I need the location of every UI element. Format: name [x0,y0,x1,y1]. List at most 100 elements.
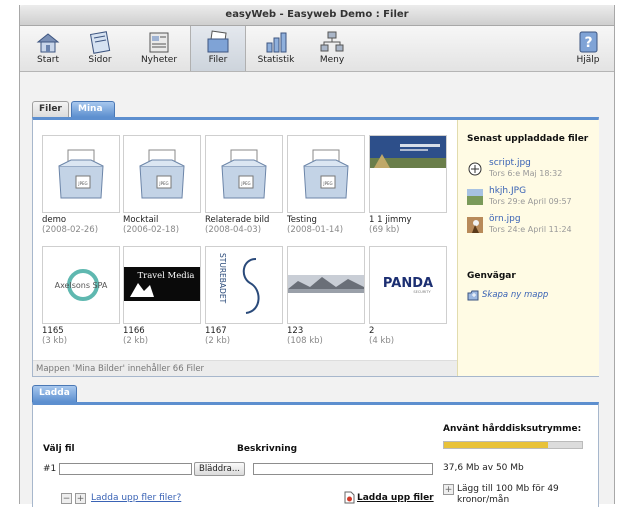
disk-usage-heading: Använt hårddisksutrymme: [443,424,582,434]
menu-icon [320,31,344,52]
add-storage-text: Lägg till 100 Mb för 49 kronor/mån [457,484,559,505]
item-name: Mocktail [123,215,159,225]
script-thumbnail-icon [468,162,482,176]
image-thumbnail[interactable] [287,246,365,324]
toolbar-label: Statistik [257,55,295,65]
item-name: demo [42,215,67,225]
shortcuts-heading: Genvägar [467,271,516,281]
item-name: 1166 [123,326,145,336]
recent-file-name[interactable]: örn.jpg [489,214,521,224]
item-meta: (3 kb) [42,336,68,346]
recent-file-name[interactable]: script.jpg [489,158,531,168]
photo-thumbnail-icon [467,189,483,205]
toolbar-pages-button[interactable]: Sidor [80,26,120,71]
images-panel: JPEG demo (2008-02-26) JPEG Mocktail (20… [32,117,599,377]
row-number: #1 [43,464,57,474]
svg-text:STUREBADET: STUREBADET [218,253,227,304]
disk-usage-bar [443,441,583,449]
toolbar-label: Nyheter [140,55,178,65]
item-meta: (69 kb) [369,225,400,235]
landscape-image [288,275,364,293]
grid-item[interactable]: 123 (108 kb) [287,246,365,346]
grid-item[interactable]: JPEG Testing (2008-01-14) [287,135,365,235]
item-name: 1165 [42,326,64,336]
grid-item[interactable]: 1 1 jimmy (69 kb) [369,135,447,235]
remove-row-button[interactable]: − [61,493,72,504]
folder-thumbnail[interactable]: JPEG [287,135,365,213]
svg-text:Axelsons SPA: Axelsons SPA [55,281,108,290]
item-meta: (2008-02-26) [42,225,99,235]
tab-my-images[interactable]: Mina Bilder [71,101,116,129]
browse-button[interactable]: Bläddra... [194,462,245,476]
more-files-link[interactable]: Ladda upp fler filer? [91,493,181,503]
pages-icon [89,31,111,54]
create-folder-label[interactable]: Skapa ny mapp [482,290,548,300]
description-input[interactable] [253,463,433,475]
item-name: 1167 [205,326,227,336]
svg-text:JPEG: JPEG [158,181,168,186]
svg-text:PANDA: PANDA [383,276,433,291]
item-meta: (108 kb) [287,336,323,346]
main-toolbar: Start Sidor Nyheter Filer Statistik Meny… [20,26,614,72]
choose-file-label: Välj fil [43,444,75,454]
grid-item[interactable]: JPEG Relaterade bild (2008-04-03) [205,135,283,235]
image-thumbnail[interactable]: Axelsons SPA [42,246,120,324]
tab-files[interactable]: Filer [32,101,69,117]
toolbar-label: Meny [319,55,345,65]
image-thumbnail[interactable]: STUREBADET [205,246,283,324]
toolbar-menu-button[interactable]: Meny [312,26,352,71]
toolbar-files-button[interactable]: Filer [190,26,246,71]
toolbar-label: Start [37,55,59,65]
folder-thumbnail[interactable]: JPEG [205,135,283,213]
item-meta: (4 kb) [369,336,395,346]
folder-thumbnail[interactable]: JPEG [42,135,120,213]
toolbar-help-button[interactable]: ? Hjälp [568,26,608,71]
add-row-button[interactable]: + [75,493,86,504]
folder-icon: JPEG [303,149,349,199]
news-icon [149,32,169,53]
panda-logo-image: PANDA SECURITY [383,276,433,294]
grid-item[interactable]: JPEG demo (2008-02-26) [42,135,120,235]
folder-icon: JPEG [58,149,104,199]
app-window: easyWeb - Easyweb Demo : Filer Start Sid… [19,5,615,507]
files-icon [207,30,229,53]
add-storage-button[interactable]: + [443,484,454,495]
toolbar-statistics-button[interactable]: Statistik [254,26,298,71]
image-thumbnail[interactable] [369,135,447,213]
upload-file-icon [344,491,355,504]
item-meta: (2006-02-18) [123,225,180,235]
grid-item[interactable]: PANDA SECURITY 2 (4 kb) [369,246,447,346]
grid-item[interactable]: STUREBADET 1167 (2 kb) [205,246,283,346]
axelsons-logo-image: Axelsons SPA [55,269,108,301]
svg-text:JPEG: JPEG [77,181,87,186]
image-thumbnail[interactable]: PANDA SECURITY [369,246,447,324]
svg-text:?: ? [584,35,592,51]
grid-item[interactable]: Axelsons SPA 1165 (3 kb) [42,246,120,346]
folder-thumbnail[interactable]: JPEG [123,135,201,213]
file-path-input[interactable] [59,463,192,475]
grid-item[interactable]: Travel Media 1166 (2 kb) [123,246,201,346]
travel-media-logo-image: Travel Media [124,267,200,301]
grid-item[interactable]: JPEG Mocktail (2006-02-18) [123,135,201,235]
disk-usage-text: 37,6 Mb av 50 Mb [443,463,524,473]
statistics-icon [266,32,287,53]
item-meta: (2 kb) [205,336,231,346]
svg-text:JPEG: JPEG [240,181,250,186]
toolbar-news-button[interactable]: Nyheter [134,26,184,71]
recent-file-name[interactable]: hkjh.JPG [489,186,526,196]
item-meta: (2008-01-14) [287,225,344,235]
disk-usage-fill [444,442,548,448]
tab-upload-files[interactable]: Ladda upp filer [32,385,77,428]
new-folder-icon [467,290,479,301]
eagle-thumbnail-icon [467,217,483,233]
toolbar-start-button[interactable]: Start [28,26,68,71]
toolbar-label: Filer [208,55,228,65]
folder-status: Mappen 'Mina Bilder' innehåller 66 Filer [33,360,457,376]
recent-files-heading: Senast uppladdade filer [467,134,589,144]
description-label: Beskrivning [237,444,298,454]
image-thumbnail[interactable]: Travel Media [123,246,201,324]
sidebar-panel: Senast uppladdade filer script.jpg Tors … [457,120,599,376]
item-name: 2 [369,326,375,336]
sturebadet-logo-image: STUREBADET [218,253,260,314]
upload-files-link[interactable]: Ladda upp filer [357,493,434,503]
